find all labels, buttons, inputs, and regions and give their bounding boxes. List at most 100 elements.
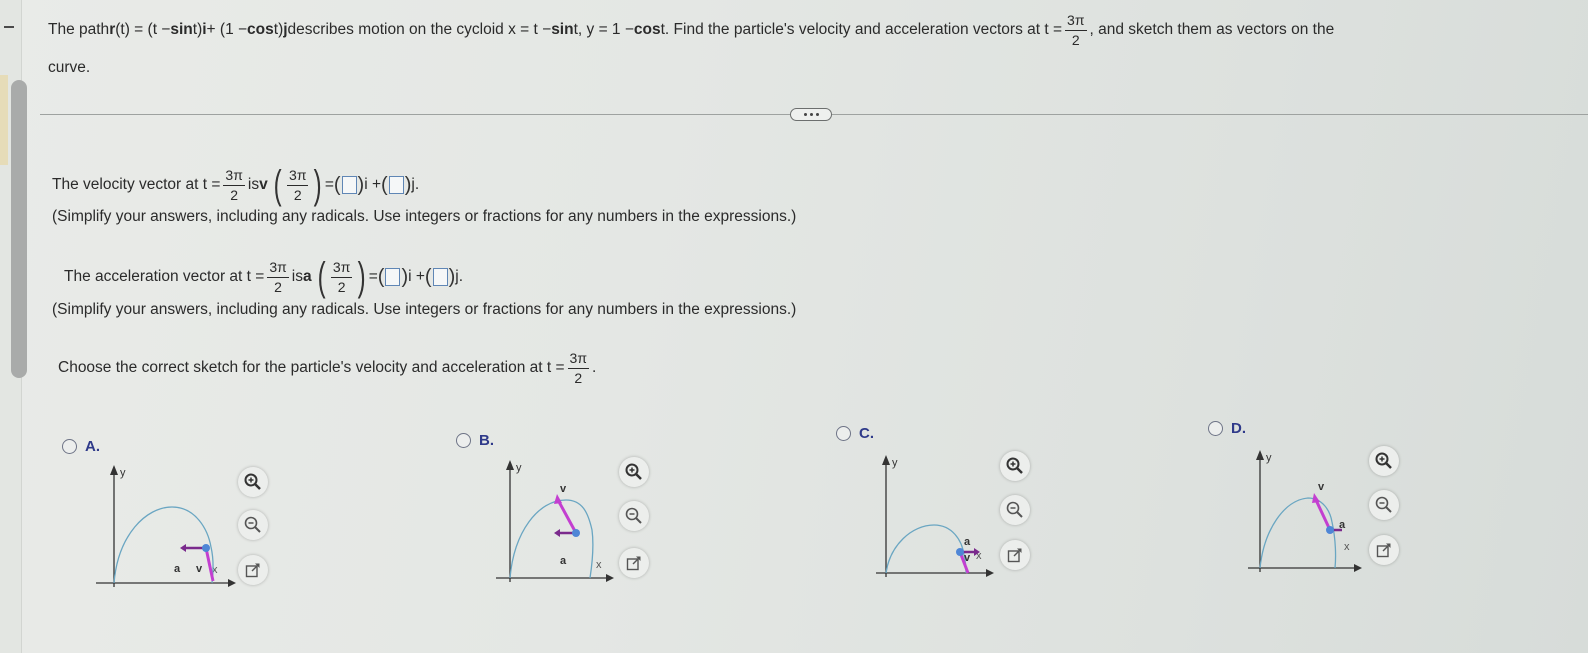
radio-button[interactable]: [62, 439, 77, 454]
fraction-denominator: 2: [293, 186, 302, 203]
text: is: [247, 176, 260, 193]
sketch-prompt: Choose the correct sketch for the partic…: [58, 343, 596, 393]
left-paren: (: [333, 174, 341, 196]
zoom-out-button[interactable]: [1000, 495, 1030, 525]
collapse-dash-icon[interactable]: [4, 26, 14, 28]
x-axis-arrow: [986, 569, 994, 577]
radio-button[interactable]: [836, 426, 851, 441]
paren-group: ( 3π 2 ): [315, 257, 369, 297]
right-paren: ): [401, 266, 409, 288]
fraction-denominator: 2: [574, 369, 583, 386]
acceleration-instructions: (Simplify your answers, including any ra…: [52, 301, 797, 318]
y-axis-label: y: [516, 462, 522, 474]
dot: [815, 113, 819, 116]
zoom-out-button[interactable]: [238, 510, 268, 540]
fraction-t: 3π 2: [330, 259, 353, 295]
external-link-icon: [1007, 548, 1022, 563]
open-graph-button[interactable]: [238, 555, 268, 585]
sin-text: sin: [551, 21, 574, 38]
open-graph-button[interactable]: [1369, 535, 1399, 565]
v-label: v: [964, 552, 971, 564]
cycloid-curve: [885, 524, 967, 574]
graph-option-d: y x v a: [1248, 450, 1362, 572]
text: + (1 −: [206, 21, 248, 38]
x-axis-arrow: [606, 574, 614, 582]
y-axis-label: y: [1266, 452, 1272, 464]
text: =: [324, 176, 334, 193]
velocity-arrowhead: [1312, 493, 1320, 503]
left-paren: (: [273, 163, 282, 207]
right-paren: ): [314, 163, 323, 207]
left-paren: (: [381, 174, 388, 196]
fraction-numerator: 3π: [330, 259, 353, 278]
zoom-out-button[interactable]: [1369, 490, 1399, 520]
zoom-out-icon: [1006, 501, 1023, 518]
acceleration-i-input[interactable]: [385, 268, 401, 286]
cos-text: cos: [247, 21, 274, 38]
more-button[interactable]: [790, 108, 832, 121]
option-b[interactable]: B.: [456, 432, 494, 449]
text: t. Find the particle's velocity and acce…: [660, 21, 1063, 38]
cycloid-curve: [1259, 497, 1337, 569]
zoom-in-button[interactable]: [238, 467, 268, 497]
zoom-in-button[interactable]: [1369, 446, 1399, 476]
v-label: v: [196, 563, 203, 575]
text: i +: [364, 176, 382, 193]
velocity-question: The velocity vector at t = 3π 2 is v ( 3…: [52, 160, 419, 210]
paren-group: ( 3π 2 ): [271, 165, 325, 205]
external-link-icon: [1376, 543, 1391, 558]
zoom-out-icon: [625, 507, 642, 524]
text: =: [368, 268, 378, 285]
fraction-t: 3π 2: [287, 167, 309, 203]
text: .: [592, 359, 597, 376]
particle-point: [956, 548, 964, 556]
v-label: v: [560, 483, 567, 495]
option-letter: C.: [859, 425, 874, 442]
option-letter: A.: [85, 438, 100, 455]
text: describes motion on the cycloid x = t −: [287, 21, 552, 38]
scrollbar[interactable]: [11, 80, 27, 378]
fraction-numerator: 3π: [267, 259, 289, 278]
text: (t) = (t −: [115, 21, 171, 38]
fraction-denominator: 2: [230, 186, 239, 203]
velocity-j-input[interactable]: [388, 176, 404, 194]
x-axis-arrow: [228, 579, 236, 587]
velocity-vector: [556, 499, 578, 534]
radio-button[interactable]: [1208, 421, 1223, 436]
fraction-numerator: 3π: [1065, 12, 1087, 31]
velocity-arrowhead: [554, 494, 562, 504]
text: j.: [411, 176, 420, 193]
acceleration-arrowhead: [180, 544, 186, 552]
fraction-numerator: 3π: [567, 350, 589, 369]
option-a[interactable]: A.: [62, 438, 100, 455]
graph-option-b: y x v a: [496, 460, 614, 582]
open-graph-button[interactable]: [1000, 540, 1030, 570]
option-letter: B.: [479, 432, 494, 449]
fraction-denominator: 2: [274, 278, 282, 295]
particle-point: [572, 529, 580, 537]
fraction-numerator: 3π: [287, 167, 309, 186]
a-symbol: a: [302, 268, 312, 285]
radio-button[interactable]: [456, 433, 471, 448]
external-link-icon: [626, 556, 641, 571]
zoom-in-button[interactable]: [619, 457, 649, 487]
text: t, y = 1 −: [573, 21, 634, 38]
acceleration-j-input[interactable]: [432, 268, 448, 286]
external-link-icon: [245, 563, 260, 578]
zoom-out-icon: [244, 516, 261, 533]
zoom-out-button[interactable]: [619, 501, 649, 531]
text: The acceleration vector at t =: [64, 268, 265, 285]
particle-point: [202, 544, 210, 552]
velocity-i-input[interactable]: [341, 176, 357, 194]
a-label: a: [964, 536, 971, 548]
option-letter: D.: [1231, 420, 1246, 437]
zoom-in-button[interactable]: [1000, 451, 1030, 481]
text: i +: [408, 268, 425, 285]
option-d[interactable]: D.: [1208, 420, 1246, 437]
open-graph-button[interactable]: [619, 548, 649, 578]
cycloid-curve: [509, 499, 594, 579]
a-label: a: [1339, 519, 1346, 531]
option-c[interactable]: C.: [836, 425, 874, 442]
y-axis-arrow: [506, 460, 514, 470]
text: j.: [455, 268, 464, 285]
